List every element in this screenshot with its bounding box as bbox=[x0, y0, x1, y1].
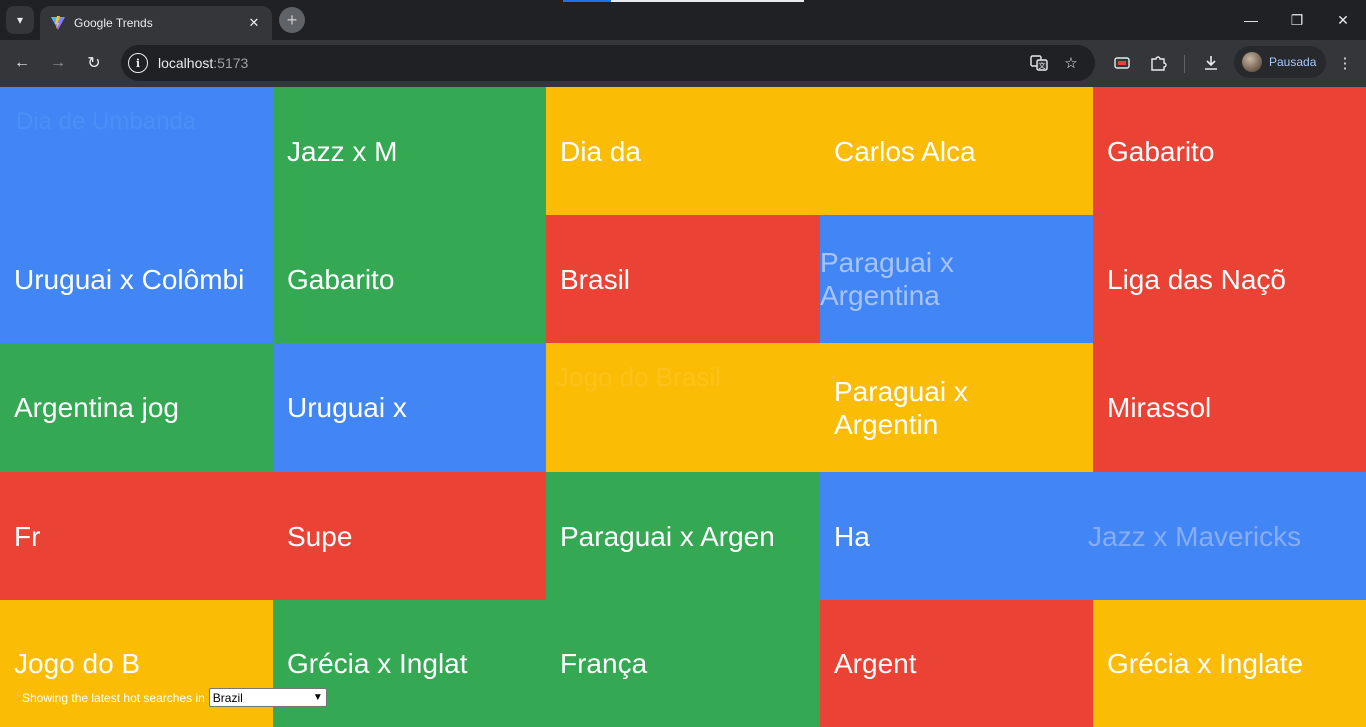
trend-label: Paraguai x Argen bbox=[560, 520, 775, 552]
trend-tile[interactable]: Jazz x M bbox=[273, 87, 546, 215]
url-text: localhost:5173 bbox=[158, 55, 248, 71]
forward-arrow-icon[interactable]: → bbox=[45, 50, 71, 76]
country-select[interactable]: Brazil ▼ bbox=[208, 688, 327, 707]
new-tab-button[interactable]: + bbox=[279, 7, 305, 33]
trend-tile[interactable]: Paraguai x Argentina bbox=[820, 215, 1093, 343]
active-tab[interactable]: Google Trends ✕ bbox=[40, 6, 272, 40]
trend-label: Carlos Alca bbox=[834, 135, 976, 167]
trend-tile[interactable]: Uruguai x bbox=[273, 343, 546, 472]
trend-label: Fr bbox=[14, 520, 41, 552]
trend-tile[interactable]: Jogo do Brasil bbox=[546, 343, 820, 472]
trend-tile[interactable]: Jogo do B bbox=[0, 600, 273, 727]
trend-tile[interactable]: Grécia x Inglat bbox=[273, 600, 546, 727]
profile-button[interactable]: Pausada bbox=[1234, 46, 1326, 78]
country-selector-bar: Showing the latest hot searches in Brazi… bbox=[22, 688, 327, 707]
trend-tile[interactable]: Gabarito bbox=[1093, 87, 1366, 215]
trend-label: Grécia x Inglat bbox=[287, 648, 468, 679]
selected-country: Brazil bbox=[212, 690, 243, 705]
restore-icon[interactable]: ❐ bbox=[1274, 0, 1320, 40]
translate-icon[interactable]: 文 bbox=[1029, 53, 1049, 73]
trend-tile[interactable]: França bbox=[546, 600, 820, 727]
trend-tile[interactable]: Dia da bbox=[546, 87, 820, 215]
trend-label-faded: Jazz x Mavericks bbox=[1088, 520, 1302, 552]
trend-label: Jogo do Brasil bbox=[556, 362, 721, 392]
trend-label: Argent bbox=[834, 648, 917, 679]
svg-text:文: 文 bbox=[1039, 61, 1046, 70]
browser-toolbar: ← → ↻ i localhost:5173 文 ☆ ⋮ bbox=[0, 40, 1366, 87]
trend-tile[interactable]: Mirassol bbox=[1093, 343, 1366, 472]
minimize-icon[interactable]: — bbox=[1228, 0, 1274, 40]
trend-label: Paraguai x Argentin bbox=[834, 375, 968, 440]
tab-search-button[interactable]: ▾ bbox=[6, 6, 34, 34]
trend-label: Uruguai x bbox=[287, 392, 407, 423]
toolbar-divider bbox=[1184, 55, 1185, 73]
trend-tile[interactable]: Paraguai x Argen bbox=[546, 472, 820, 600]
download-icon[interactable] bbox=[1200, 52, 1222, 74]
country-selector-label: Showing the latest hot searches in bbox=[22, 690, 205, 705]
trend-label: Jazz x M bbox=[287, 135, 398, 167]
trend-tile[interactable]: Argent bbox=[820, 600, 1093, 727]
extensions-puzzle-icon[interactable] bbox=[1147, 52, 1169, 74]
trend-label: Gabarito bbox=[1107, 135, 1215, 167]
reload-icon[interactable]: ↻ bbox=[81, 50, 107, 76]
chevron-down-icon: ▼ bbox=[312, 692, 323, 703]
trend-tile[interactable]: Brasil bbox=[546, 215, 820, 343]
trend-label: Gabarito bbox=[287, 263, 395, 295]
trend-label: Mirassol bbox=[1107, 392, 1212, 423]
avatar bbox=[1242, 52, 1262, 72]
trend-tile[interactable]: Fr bbox=[0, 472, 273, 600]
media-icon[interactable] bbox=[1111, 52, 1133, 74]
trend-label: Dia de Umbanda bbox=[16, 108, 197, 135]
trend-tile[interactable]: Uruguai x Colômbi bbox=[0, 215, 273, 343]
trend-tile[interactable]: Carlos Alca bbox=[820, 87, 1093, 215]
trend-tile[interactable]: Dia de Umbanda bbox=[0, 87, 273, 215]
trend-label: Paraguai x Argentina bbox=[820, 247, 954, 311]
bookmark-star-icon[interactable]: ☆ bbox=[1061, 53, 1081, 73]
load-indicator bbox=[563, 0, 611, 2]
trends-grid: Dia de Umbanda Jazz x M Dia da Carlos Al… bbox=[0, 87, 1366, 727]
menu-kebab-icon[interactable]: ⋮ bbox=[1334, 52, 1356, 74]
trend-tile[interactable]: Supe bbox=[273, 472, 546, 600]
trend-tile[interactable]: Liga das Naçõ bbox=[1093, 215, 1366, 343]
trend-tile[interactable]: Argentina jog bbox=[0, 343, 273, 472]
trend-label: Dia da bbox=[560, 135, 641, 167]
trend-label: Jogo do B bbox=[14, 648, 141, 679]
load-indicator-track bbox=[611, 0, 804, 2]
trend-label: Uruguai x Colômbi bbox=[14, 263, 245, 295]
trend-label: Argentina jog bbox=[14, 392, 180, 423]
url-host: localhost bbox=[158, 55, 214, 71]
trend-label: Supe bbox=[287, 520, 353, 552]
trend-tile[interactable]: Paraguai x Argentin bbox=[820, 343, 1093, 472]
tab-title: Google Trends bbox=[74, 16, 153, 30]
trend-tile[interactable]: Ha Jazz x Mavericks bbox=[820, 472, 1366, 600]
close-tab-icon[interactable]: ✕ bbox=[246, 15, 262, 31]
profile-label: Pausada bbox=[1269, 55, 1317, 69]
vite-logo-icon bbox=[51, 16, 65, 30]
address-bar[interactable]: i localhost:5173 文 ☆ bbox=[121, 45, 1095, 81]
trend-label: Brasil bbox=[560, 263, 631, 295]
trend-tile[interactable]: Grécia x Inglate bbox=[1093, 600, 1366, 727]
trend-tile[interactable]: Gabarito bbox=[273, 215, 546, 343]
trend-label: Grécia x Inglate bbox=[1107, 648, 1304, 679]
trend-label: França bbox=[560, 648, 648, 679]
tab-strip: ▾ Google Trends ✕ + — ❐ ✕ bbox=[0, 0, 1366, 40]
site-info-icon[interactable]: i bbox=[128, 53, 148, 73]
trend-label: Liga das Naçõ bbox=[1107, 263, 1287, 295]
window-close-icon[interactable]: ✕ bbox=[1320, 0, 1366, 40]
url-port: :5173 bbox=[213, 55, 249, 71]
back-arrow-icon[interactable]: ← bbox=[9, 50, 35, 76]
